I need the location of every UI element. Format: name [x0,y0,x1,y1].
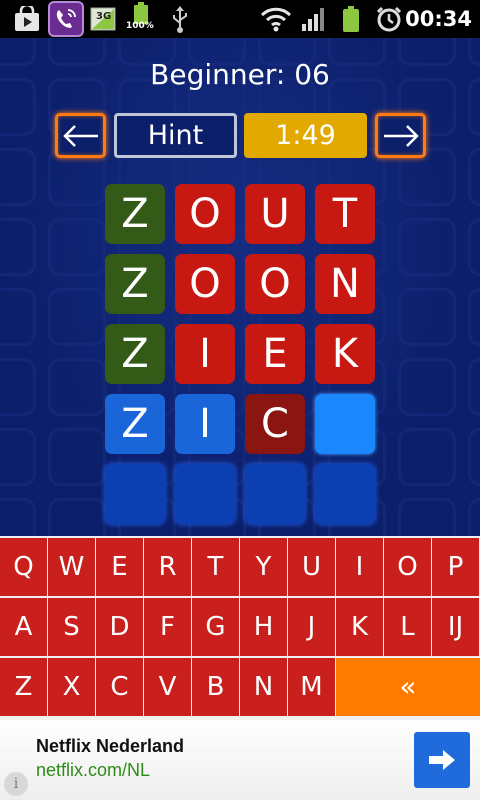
board-cell: K [315,324,375,384]
key-d[interactable]: D [96,598,143,656]
background-tile [48,288,106,346]
board-cell: Z [105,254,165,314]
key-v[interactable]: V [144,658,191,716]
battery-icon [340,0,362,38]
key-y[interactable]: Y [240,538,287,596]
arrow-right-icon [383,124,419,147]
key-c[interactable]: C [96,658,143,716]
ad-url[interactable]: netflix.com/NL [36,760,150,781]
background-tile [0,498,36,536]
background-tile [0,218,36,276]
background-tile [468,218,480,276]
hint-button[interactable]: Hint [114,113,237,158]
board-cell: T [315,184,375,244]
board-cell [315,464,375,524]
info-icon[interactable]: i [4,772,28,796]
board-cell [315,394,375,454]
key-ij[interactable]: IJ [432,598,479,656]
board-cell: Z [105,394,165,454]
background-tile [48,218,106,276]
key-k[interactable]: K [336,598,383,656]
background-tile [468,358,480,416]
background-tile [398,428,456,486]
board-cell: I [175,394,235,454]
background-tile [468,288,480,346]
key-x[interactable]: X [48,658,95,716]
key-e[interactable]: E [96,538,143,596]
key-s[interactable]: S [48,598,95,656]
arrow-right-icon [429,750,455,770]
wifi-icon [258,0,294,38]
key-i[interactable]: I [336,538,383,596]
arrow-left-icon [62,124,98,147]
cell-signal-icon [300,0,328,38]
board-cell: Z [105,324,165,384]
key-h[interactable]: H [240,598,287,656]
phone-call-icon [48,0,84,38]
board-cell: E [245,324,305,384]
key-r[interactable]: R [144,538,191,596]
background-tile [0,428,36,486]
key-n[interactable]: N [240,658,287,716]
background-tile [48,358,106,416]
status-clock: 00:34 [405,7,472,31]
key-u[interactable]: U [288,538,335,596]
game-area: Beginner: 06 Hint 1:49 ZOUTZOONZIEKZIC [0,38,480,536]
board-cell: Z [105,184,165,244]
background-tile [48,428,106,486]
3g-signal-icon: 3G [88,0,118,38]
key-z[interactable]: Z [0,658,47,716]
key-o[interactable]: O [384,538,431,596]
background-tile [468,428,480,486]
board-cell: O [245,254,305,314]
backspace-key[interactable]: « [336,658,480,716]
usb-icon [168,0,192,38]
key-a[interactable]: A [0,598,47,656]
alarm-icon [374,0,404,38]
background-tile [0,288,36,346]
store-bag-icon [10,0,44,38]
board-cell: C [245,394,305,454]
key-f[interactable]: F [144,598,191,656]
board-cell: O [175,254,235,314]
key-w[interactable]: W [48,538,95,596]
previous-level-button[interactable] [55,113,106,158]
background-tile [0,358,36,416]
key-q[interactable]: Q [0,538,47,596]
board-cell [245,464,305,524]
key-m[interactable]: M [288,658,335,716]
network-label: 3G [96,11,111,22]
key-t[interactable]: T [192,538,239,596]
background-tile [398,358,456,416]
key-b[interactable]: B [192,658,239,716]
key-g[interactable]: G [192,598,239,656]
timer-display: 1:49 [244,113,367,158]
key-j[interactable]: J [288,598,335,656]
level-title: Beginner: 06 [150,58,330,91]
board-cell: N [315,254,375,314]
board-cell: O [175,184,235,244]
background-tile [468,148,480,206]
background-tile [468,498,480,536]
status-bar: 3G 100% 00:34 [0,0,480,38]
ad-open-button[interactable] [414,732,470,788]
ad-title[interactable]: Netflix Nederland [36,736,184,757]
board-cell: U [245,184,305,244]
letter-keyboard: Q W E R T Y U I O P A S D F G H J K L IJ Z X C V B N M « [0,536,480,720]
ad-banner[interactable]: Netflix Nederland netflix.com/NL [0,720,480,800]
background-tile [398,288,456,346]
board-cell: I [175,324,235,384]
background-tile [0,148,36,206]
next-level-button[interactable] [375,113,426,158]
key-l[interactable]: L [384,598,431,656]
battery-percent-label: 100% [126,21,154,31]
board-cell [175,464,235,524]
background-tile [398,218,456,276]
background-tile [48,498,106,536]
board-cell [105,464,165,524]
key-p[interactable]: P [432,538,479,596]
background-tile [398,498,456,536]
